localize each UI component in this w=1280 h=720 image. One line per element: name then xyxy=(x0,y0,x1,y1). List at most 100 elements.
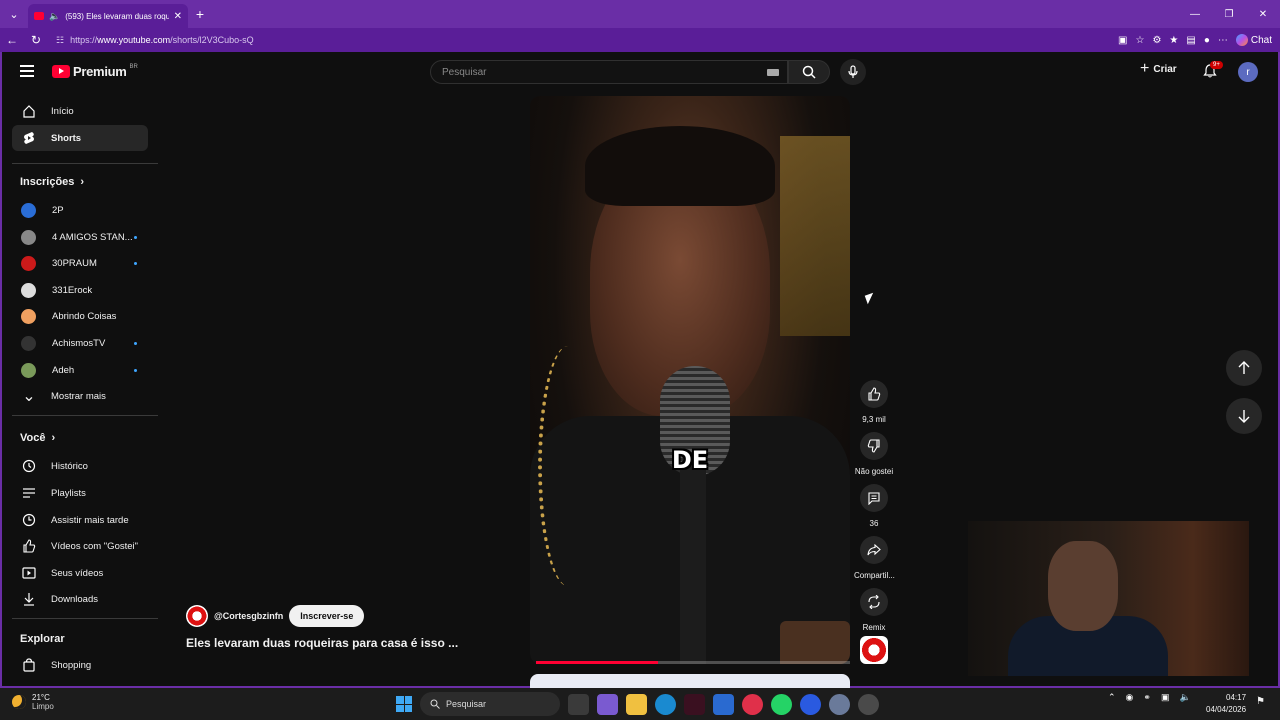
sidebar-item-channel[interactable]: AchismosTV xyxy=(12,330,148,356)
short-title[interactable]: Eles levaram duas roqueiras para casa é … xyxy=(186,636,458,650)
youtube-premium-logo[interactable]: Premium BR xyxy=(52,64,138,79)
sidebar-item-liked-videos[interactable]: Vídeos com "Gostei" xyxy=(12,533,148,559)
show-more-button[interactable]: ⌄ Mostrar mais xyxy=(12,383,148,409)
new-tab-button[interactable]: + xyxy=(188,6,212,22)
new-content-dot xyxy=(134,341,137,345)
shorts-icon xyxy=(21,130,37,146)
extensions-icon[interactable]: ⚙ xyxy=(1152,35,1161,46)
speaker-icon[interactable]: 🔈 xyxy=(49,11,60,22)
you-heading[interactable]: Você › xyxy=(20,432,55,444)
share-button[interactable]: Compartil... xyxy=(854,536,895,580)
favorites-icon[interactable]: ★ xyxy=(1169,35,1178,46)
taskbar-search[interactable]: Pesquisar xyxy=(420,692,560,716)
short-video-player[interactable]: DE xyxy=(530,96,850,664)
new-content-dot xyxy=(134,235,137,239)
sidebar-item-channel[interactable]: Adeh xyxy=(12,357,148,383)
voice-search-button[interactable] xyxy=(840,59,866,85)
sidebar-item-channel[interactable]: 30PRAUM xyxy=(12,250,148,276)
tab-actions-menu-button[interactable]: ⌄ xyxy=(0,0,28,28)
back-button[interactable]: ← xyxy=(0,33,24,47)
tray-app-icon[interactable]: ◉ xyxy=(1126,692,1134,703)
reload-button[interactable]: ↻ xyxy=(24,33,48,47)
previous-short-button[interactable] xyxy=(1226,350,1262,386)
sound-source-avatar[interactable] xyxy=(860,636,888,664)
subscribe-button[interactable]: Inscrever-se xyxy=(289,605,365,627)
app-icon[interactable] xyxy=(684,693,705,715)
ea-app-icon[interactable] xyxy=(800,693,821,715)
copilot-app-icon[interactable] xyxy=(597,693,618,715)
browser-tab-active[interactable]: 🔈 (593) Eles levaram duas roqu ✕ xyxy=(28,4,188,28)
dislike-button[interactable]: Não gostei xyxy=(854,432,894,476)
windows-start-icon[interactable] xyxy=(396,696,412,712)
video-progress-bar[interactable] xyxy=(536,661,850,664)
search-input[interactable]: Pesquisar xyxy=(430,60,788,84)
network-icon[interactable]: ▣ xyxy=(1161,692,1170,703)
menu-hamburger-icon[interactable] xyxy=(20,65,34,80)
arrow-down-icon xyxy=(1238,410,1250,423)
sidebar-item-watch-later[interactable]: Assistir mais tarde xyxy=(12,507,148,533)
sidebar-item-home[interactable]: Início xyxy=(12,98,148,124)
next-short-button[interactable] xyxy=(1226,398,1262,434)
sidebar-item-label: Vídeos com "Gostei" xyxy=(51,540,139,552)
close-window-button[interactable]: ✕ xyxy=(1246,9,1280,20)
url-field[interactable]: ☷ https://www.youtube.com/shorts/l2V3Cub… xyxy=(56,35,1118,46)
share-label: Compartil... xyxy=(854,571,895,580)
channel-avatar[interactable] xyxy=(186,605,208,627)
video-mic-stand xyxy=(680,466,706,664)
media-player-icon[interactable] xyxy=(742,693,763,715)
sidebar-item-label: Shopping xyxy=(51,659,92,671)
sidebar-item-history[interactable]: Histórico xyxy=(12,453,148,479)
weather-widget[interactable]: 21°C Limpo xyxy=(12,693,54,711)
your-videos-icon xyxy=(21,565,37,581)
create-button[interactable]: + Criar xyxy=(1140,61,1177,77)
taskbar-search-placeholder: Pesquisar xyxy=(446,699,487,709)
notification-badge: 9+ xyxy=(1210,61,1223,69)
moon-icon xyxy=(12,695,26,709)
collections-icon[interactable]: ▤ xyxy=(1186,35,1195,46)
profile-icon[interactable]: ● xyxy=(1204,35,1210,46)
favorite-star-icon[interactable]: ☆ xyxy=(1135,35,1144,46)
file-explorer-icon[interactable] xyxy=(626,693,647,715)
whatsapp-icon[interactable] xyxy=(771,693,792,715)
subscriptions-heading[interactable]: Inscrições › xyxy=(20,176,84,188)
channel-avatar xyxy=(21,229,36,245)
task-view-icon[interactable] xyxy=(568,693,589,715)
sidebar-item-your-videos[interactable]: Seus vídeos xyxy=(12,560,148,586)
chevron-up-icon[interactable]: ⌃ xyxy=(1108,692,1116,703)
remix-button[interactable]: Remix xyxy=(854,588,894,632)
comments-button[interactable]: 36 xyxy=(854,484,894,528)
next-short-preview[interactable] xyxy=(530,674,850,688)
site-info-icon[interactable]: ☷ xyxy=(56,35,64,46)
sidebar-item-playlists[interactable]: Playlists xyxy=(12,480,148,506)
sidebar-item-channel[interactable]: 4 AMIGOS STAN... xyxy=(12,224,148,250)
close-tab-icon[interactable]: ✕ xyxy=(174,11,182,22)
edge-browser-icon[interactable] xyxy=(655,693,676,715)
volume-icon[interactable]: 🔈 xyxy=(1179,692,1190,703)
like-button[interactable]: 9,3 mil xyxy=(854,380,894,424)
app-icon[interactable] xyxy=(858,693,879,715)
channel-name[interactable]: @Cortesgbzinfn xyxy=(214,611,283,621)
apps-icon[interactable]: ▣ xyxy=(1118,35,1127,46)
microphone-icon[interactable]: ⚭ xyxy=(1143,692,1151,703)
settings-icon[interactable] xyxy=(829,693,850,715)
copilot-chat-button[interactable]: Chat xyxy=(1235,34,1272,46)
system-clock[interactable]: 04:17 04/04/2026 xyxy=(1206,692,1246,716)
more-menu-icon[interactable]: ⋯ xyxy=(1218,35,1228,46)
sidebar-item-channel[interactable]: Abrindo Coisas xyxy=(12,303,148,329)
home-icon xyxy=(21,103,37,119)
sidebar-item-label: Histórico xyxy=(51,460,88,472)
minimize-button[interactable]: — xyxy=(1178,9,1212,20)
restore-button[interactable]: ❐ xyxy=(1212,9,1246,20)
sidebar-item-channel[interactable]: 2P xyxy=(12,197,148,223)
store-icon[interactable] xyxy=(713,693,734,715)
sidebar-item-channel[interactable]: 331Erock xyxy=(12,277,148,303)
account-avatar[interactable]: r xyxy=(1238,62,1258,82)
search-button[interactable] xyxy=(788,60,830,84)
sidebar-item-shopping[interactable]: Shopping xyxy=(12,652,148,678)
keyboard-icon[interactable] xyxy=(767,69,779,76)
arrow-up-icon xyxy=(1238,361,1250,374)
url-prefix: https:// xyxy=(70,35,98,45)
sidebar-item-shorts[interactable]: Shorts xyxy=(12,125,148,151)
notification-center-icon[interactable]: ⚑ xyxy=(1256,696,1265,707)
sidebar-item-downloads[interactable]: Downloads xyxy=(12,586,148,612)
